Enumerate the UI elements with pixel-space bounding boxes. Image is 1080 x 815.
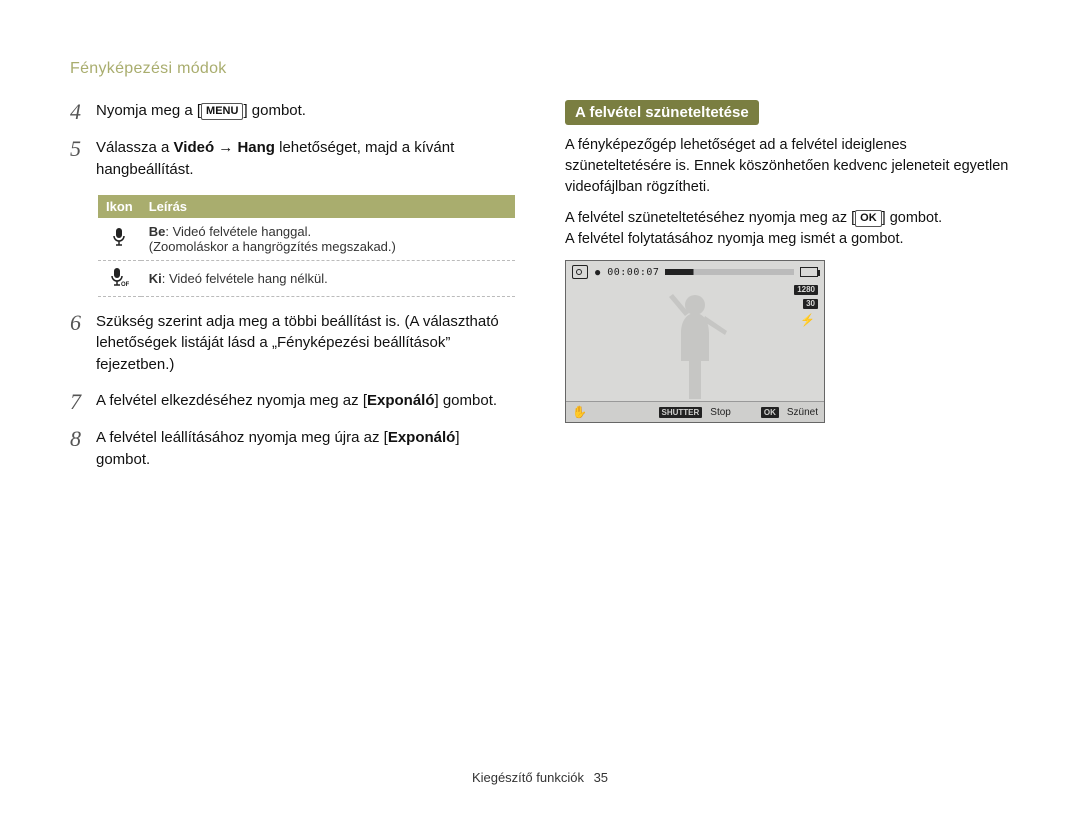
icon-cell bbox=[98, 218, 141, 261]
video-mode-icon bbox=[572, 265, 588, 279]
side-badges: 1280 30 ⚡ bbox=[794, 285, 818, 327]
paragraph: A fényképezőgép lehetőséget ad a felvéte… bbox=[565, 135, 1010, 198]
table-row: Be: Videó felvétele hanggal. (Zoomolásko… bbox=[98, 218, 515, 261]
step-number: 7 bbox=[70, 390, 96, 413]
text: ] gombot. bbox=[435, 392, 498, 409]
bold-text: Videó bbox=[174, 139, 215, 156]
camera-screen-illustration: ● 00:00:07 1280 30 ⚡ bbox=[565, 260, 825, 423]
menu-button-label: MENU bbox=[201, 103, 243, 120]
text: Nyomja meg a [ bbox=[96, 102, 201, 119]
fps-badge: 30 bbox=[803, 299, 818, 309]
bold-text: Exponáló bbox=[388, 429, 456, 446]
text: A felvétel elkezdéséhez nyomja meg az [ bbox=[96, 392, 367, 409]
page-header: Fényképezési módok bbox=[70, 60, 1010, 78]
table-head-icon: Ikon bbox=[98, 195, 141, 218]
camera-viewfinder: 1280 30 ⚡ bbox=[566, 281, 824, 401]
mic-off-icon: OFF bbox=[109, 267, 129, 287]
step-8: 8 A felvétel leállításához nyomja meg új… bbox=[70, 427, 515, 471]
arrow: → bbox=[214, 139, 237, 156]
progress-bar bbox=[665, 269, 794, 275]
bold-text: Hang bbox=[237, 139, 275, 156]
bold-text: Exponáló bbox=[367, 392, 435, 409]
step-4: 4 Nyomja meg a [MENU] gombot. bbox=[70, 100, 515, 123]
text: A felvétel szüneteltetéséhez nyomja meg … bbox=[565, 210, 855, 226]
bold-text: Ki bbox=[149, 271, 162, 286]
bold-text: Be bbox=[149, 224, 166, 239]
table-head-desc: Leírás bbox=[141, 195, 515, 218]
mic-on-icon bbox=[111, 227, 127, 247]
ok-action: Szünet bbox=[787, 407, 818, 418]
icon-description-table: Ikon Leírás Be: Videó felvétele hanggal. bbox=[98, 195, 515, 297]
text: Válassza a bbox=[96, 139, 174, 156]
step-body: Válassza a Videó → Hang lehetőséget, maj… bbox=[96, 137, 515, 181]
shutter-key-label: SHUTTER bbox=[659, 407, 703, 418]
text: A felvétel folytatásához nyomja meg ismé… bbox=[565, 231, 904, 247]
step-number: 5 bbox=[70, 137, 96, 160]
icon-cell: OFF bbox=[98, 260, 141, 296]
page-number: 35 bbox=[594, 770, 608, 785]
text: : Videó felvétele hanggal. bbox=[165, 224, 311, 239]
step-body: Szükség szerint adja meg a többi beállít… bbox=[96, 311, 515, 376]
table-row: OFF Ki: Videó felvétele hang nélkül. bbox=[98, 260, 515, 296]
text: ] gombot. bbox=[882, 210, 942, 226]
desc-cell: Be: Videó felvétele hanggal. (Zoomolásko… bbox=[141, 218, 515, 261]
camera-top-bar: ● 00:00:07 bbox=[566, 261, 824, 281]
step-body: A felvétel leállításához nyomja meg újra… bbox=[96, 427, 515, 471]
paragraph: A felvétel szüneteltetéséhez nyomja meg … bbox=[565, 208, 1010, 250]
camera-bottom-bar: ✋ SHUTTER Stop OK Szünet bbox=[566, 401, 824, 422]
left-column: 4 Nyomja meg a [MENU] gombot. 5 Válassza… bbox=[70, 100, 515, 760]
elapsed-time: 00:00:07 bbox=[607, 267, 659, 278]
resolution-badge: 1280 bbox=[794, 285, 818, 295]
desc-cell: Ki: Videó felvétele hang nélkül. bbox=[141, 260, 515, 296]
step-5: 5 Válassza a Videó → Hang lehetőséget, m… bbox=[70, 137, 515, 181]
step-number: 4 bbox=[70, 100, 96, 123]
step-number: 8 bbox=[70, 427, 96, 450]
battery-icon bbox=[800, 267, 818, 277]
text: A felvétel leállításához nyomja meg újra… bbox=[96, 429, 388, 446]
step-6: 6 Szükség szerint adja meg a többi beáll… bbox=[70, 311, 515, 376]
page-footer: Kiegészítő funkciók 35 bbox=[70, 760, 1010, 785]
step-7: 7 A felvétel elkezdéséhez nyomja meg az … bbox=[70, 390, 515, 413]
right-column: A felvétel szüneteltetése A fényképezőgé… bbox=[565, 100, 1010, 760]
ok-key-label: OK bbox=[761, 407, 779, 418]
two-column-layout: 4 Nyomja meg a [MENU] gombot. 5 Válassza… bbox=[70, 100, 1010, 760]
record-dot-icon: ● bbox=[594, 265, 601, 279]
shutter-action: Stop bbox=[710, 407, 731, 418]
ok-button-label: OK bbox=[855, 210, 882, 227]
step-body: Nyomja meg a [MENU] gombot. bbox=[96, 100, 515, 122]
flash-icon: ⚡ bbox=[797, 313, 818, 327]
step-body: A felvétel elkezdéséhez nyomja meg az [E… bbox=[96, 390, 515, 412]
footer-section: Kiegészítő funkciók bbox=[472, 770, 584, 785]
note-text: (Zoomoláskor a hangrögzítés megszakad.) bbox=[149, 239, 396, 254]
anti-shake-icon: ✋ bbox=[572, 405, 587, 419]
text: : Videó felvétele hang nélkül. bbox=[162, 271, 328, 286]
step-number: 6 bbox=[70, 311, 96, 334]
pause-heading: A felvétel szüneteltetése bbox=[565, 100, 759, 125]
svg-text:OFF: OFF bbox=[121, 282, 129, 287]
person-silhouette-icon bbox=[655, 291, 735, 401]
text: ] gombot. bbox=[243, 102, 306, 119]
